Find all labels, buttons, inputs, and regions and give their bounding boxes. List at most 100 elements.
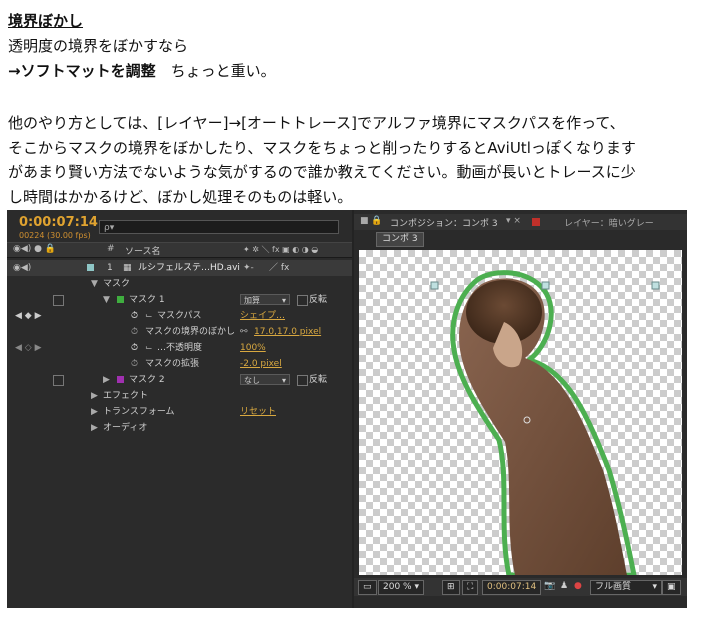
layer-label-swatch[interactable]	[87, 264, 94, 271]
grid-icon[interactable]: ⊞	[442, 580, 460, 595]
composition-tabs: ■ 🔒 コンポジション：コンポ 3 ▾ × レイヤー：暗いグレー	[354, 214, 687, 230]
switches-header: ✦ ✲ ＼ fx ▣ ◐ ◑ ◒	[243, 245, 319, 254]
stopwatch-icon[interactable]: ⏱	[131, 308, 138, 324]
mask1-mode-dropdown[interactable]: 加算 ▾	[240, 294, 290, 305]
viewer-menu-icon[interactable]: ▣	[662, 580, 681, 595]
mask-path-label: マスクパス	[157, 311, 202, 321]
color-channels-icon[interactable]: ●	[574, 581, 582, 591]
zoom-dropdown[interactable]: 200 % ▾	[378, 580, 424, 595]
mask2-mode-dropdown[interactable]: なし ▾	[240, 374, 290, 385]
column-number: #	[107, 244, 115, 254]
mask-feather-value[interactable]: 17.0,17.0 pixel	[254, 324, 321, 340]
graph-icon: ⌙	[145, 343, 153, 353]
transform-row[interactable]: ▶ トランスフォーム リセット	[7, 404, 352, 420]
tab-composition[interactable]: コンポジション：コンポ 3	[390, 216, 498, 229]
mask-expansion-row[interactable]: ⏱ マスクの拡張 -2.0 pixel	[7, 356, 352, 372]
mask2-invert-checkbox[interactable]	[297, 375, 308, 386]
composition-viewer[interactable]	[359, 250, 682, 575]
timecode[interactable]: 0:00:07:14	[19, 215, 98, 230]
tab-layer[interactable]: レイヤー：暗いグレー	[564, 216, 654, 229]
effects-label: エフェクト	[103, 391, 149, 401]
composition-panel: ■ 🔒 コンポジション：コンポ 3 ▾ × レイヤー：暗いグレー コンポ 3 ▭…	[354, 210, 687, 608]
timeline-header: ◉◀) ● 🔒 # ソース名 ✦ ✲ ＼ fx ▣ ◐ ◑ ◒	[7, 242, 352, 258]
expand-triangle-icon[interactable]: ▼	[91, 276, 98, 292]
stopwatch-icon[interactable]: ⏱	[131, 356, 138, 372]
soft-matte-note: ちょっと重い。	[155, 62, 276, 80]
mask-vertex-handle[interactable]	[541, 281, 550, 290]
timeline-panel: 0:00:07:14 00224 (30.00 fps) ρ▾ ◉◀) ● 🔒 …	[7, 210, 352, 608]
mask-opacity-label: …不透明度	[157, 343, 203, 353]
tab-menu-icon[interactable]: ▾ ×	[506, 216, 521, 226]
expand-triangle-icon[interactable]: ▼	[103, 292, 110, 308]
paragraph-line-2: そこからマスクの境界をぼかしたり、マスクをちょっと削ったりするとAviUtlっぽ…	[8, 139, 636, 157]
mask-expansion-label: マスクの拡張	[145, 359, 200, 369]
mask1-row[interactable]: ▼ マスク 1 加算 ▾ 反転	[7, 292, 352, 308]
keyframe-nav-icon[interactable]: ◀ ◆ ▶	[15, 308, 42, 324]
mask-path-value[interactable]: シェイプ…	[240, 308, 285, 324]
effects-row[interactable]: ▶ エフェクト	[7, 388, 352, 404]
audio-row[interactable]: ▶ オーディオ	[7, 420, 352, 436]
mask-opacity-row[interactable]: ◀ ◇ ▶ ⏱ ⌙ …不透明度 100%	[7, 340, 352, 356]
column-source-name[interactable]: ソース名	[125, 244, 161, 257]
mask-feather-row[interactable]: ⏱ マスクの境界のぼかし ⚯ 17.0,17.0 pixel	[7, 324, 352, 340]
timecode-frames: 00224 (30.00 fps)	[19, 231, 91, 240]
paragraph-line-3: があまり賢い方法でないような気がするので誰か教えてください。動画が長いとトレース…	[8, 163, 636, 181]
stopwatch-icon[interactable]: ⏱	[131, 324, 138, 340]
graph-icon: ⌙	[145, 311, 153, 321]
mask2-name[interactable]: マスク 2	[129, 372, 165, 388]
after-effects-screenshot: 0:00:07:14 00224 (30.00 fps) ρ▾ ◉◀) ● 🔒 …	[7, 210, 687, 608]
snapshot-icon[interactable]: 📷	[544, 581, 555, 591]
mask-group-row[interactable]: ▼ マスク	[7, 276, 352, 292]
mask1-name[interactable]: マスク 1	[129, 292, 165, 308]
mask-path-row[interactable]: ◀ ◆ ▶ ⏱ ⌙ マスクパス シェイプ…	[7, 308, 352, 324]
layer-row[interactable]: ◉◀) 1 ▦ ルシフェルステ…HD.avi ✦- ／ fx	[7, 260, 352, 276]
mask-vertex-handle[interactable]	[651, 281, 660, 290]
viewer-timecode[interactable]: 0:00:07:14	[482, 580, 542, 595]
av-switch-icons: ◉◀) ● 🔒	[13, 244, 57, 254]
stopwatch-icon[interactable]: ⏱	[131, 340, 138, 356]
mask-opacity-value[interactable]: 100%	[240, 340, 266, 356]
mask2-lock-checkbox[interactable]	[53, 375, 64, 386]
layer-number: 1	[107, 263, 113, 273]
viewer-footer: ▭ 200 % ▾ ⊞ ⛶ 0:00:07:14 📷 ♟ ● フル画質 ▾ ▣	[354, 578, 687, 596]
subject-figure	[430, 270, 660, 575]
mask1-invert-checkbox[interactable]	[297, 295, 308, 306]
layer-search-input[interactable]: ρ▾	[99, 220, 339, 234]
shy-switch-icon[interactable]: ✦-	[243, 260, 254, 276]
mask2-invert-label: 反転	[309, 375, 328, 385]
comp-name-button[interactable]: コンポ 3	[376, 232, 424, 247]
lock-icon[interactable]: ■ 🔒	[360, 216, 383, 226]
eye-icon[interactable]: ◉◀)	[13, 260, 31, 276]
collapse-triangle-icon[interactable]: ▶	[91, 420, 98, 436]
mask2-color-swatch[interactable]	[117, 376, 124, 383]
collapse-triangle-icon[interactable]: ▶	[91, 404, 98, 420]
person-icon[interactable]: ♟	[560, 581, 568, 591]
paragraph-line-4: し時間はかかるけど、ぼかし処理そのものは軽い。	[8, 188, 353, 206]
quality-dropdown[interactable]: フル画質 ▾	[590, 580, 662, 595]
article-line-2: →ソフトマットを調整 ちょっと重い。	[8, 61, 276, 81]
article-line-1: 透明度の境界をぼかすなら	[8, 37, 189, 55]
mask-vertex-handle[interactable]	[430, 281, 439, 290]
layer-name[interactable]: ルシフェルステ…HD.avi	[138, 260, 240, 276]
collapse-triangle-icon[interactable]: ▶	[91, 388, 98, 404]
record-icon	[532, 218, 540, 226]
mask1-invert-label: 反転	[309, 295, 328, 305]
mask-expansion-value[interactable]: -2.0 pixel	[240, 356, 282, 372]
soft-matte-label: →ソフトマットを調整	[8, 62, 156, 80]
mask-group-label: マスク	[103, 279, 131, 289]
audio-label: オーディオ	[103, 423, 148, 433]
mask1-lock-checkbox[interactable]	[53, 295, 64, 306]
layer-fx-switch[interactable]: ／ fx	[269, 260, 289, 276]
article-title: 境界ぼかし	[8, 12, 84, 30]
collapse-triangle-icon[interactable]: ▶	[103, 372, 110, 388]
transform-reset-link[interactable]: リセット	[240, 404, 276, 420]
paragraph-line-1: 他のやり方としては、[レイヤー]→[オートトレース]でアルファ境界にマスクパスを…	[8, 114, 625, 132]
transform-label: トランスフォーム	[103, 407, 175, 417]
mask2-row[interactable]: ▶ マスク 2 なし ▾ 反転	[7, 372, 352, 388]
safe-zone-icon[interactable]: ▭	[358, 580, 377, 595]
region-icon[interactable]: ⛶	[462, 580, 479, 595]
mask-feather-label: マスクの境界のぼかし	[145, 327, 236, 337]
mask1-color-swatch[interactable]	[117, 296, 124, 303]
keyframe-nav-icon[interactable]: ◀ ◇ ▶	[15, 340, 42, 356]
link-icon[interactable]: ⚯	[240, 324, 248, 340]
